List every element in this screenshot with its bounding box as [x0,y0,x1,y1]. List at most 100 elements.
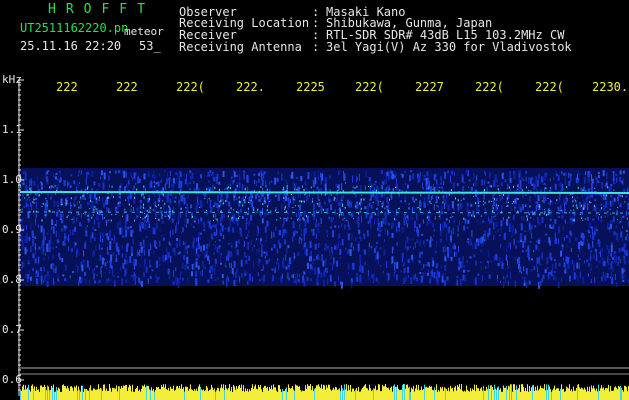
noise-speckle [74,195,77,200]
noise-speckle [440,210,443,214]
signal-speckle [541,200,543,202]
power-bar [560,388,561,400]
noise-speckle [405,216,407,221]
noise-speckle [607,222,609,225]
noise-speckle [450,212,452,220]
noise-speckle [272,275,275,282]
power-bar [74,386,75,400]
signal-speckle [111,185,113,188]
noise-speckle [374,218,375,224]
noise-speckle [560,189,562,193]
power-bar [182,389,183,400]
noise-speckle [483,193,485,200]
noise-speckle [405,219,407,225]
noise-speckle [476,219,478,222]
signal-speckle [432,188,434,190]
noise-speckle [627,233,629,236]
noise-speckle [565,235,568,238]
noise-speckle [208,224,211,229]
noise-speckle [597,171,600,174]
noise-speckle [214,260,216,268]
noise-speckle [569,275,571,282]
noise-speckle [96,214,98,221]
signal-speckle [244,188,246,191]
noise-speckle [587,173,590,176]
power-bar [569,384,570,400]
power-bar [292,385,293,400]
power-bar [43,386,44,400]
noise-speckle [625,230,628,232]
noise-speckle [561,183,563,188]
noise-speckle [224,188,227,190]
noise-speckle [265,260,268,265]
noise-speckle [227,226,230,232]
power-bar [278,385,279,400]
noise-speckle [187,195,189,199]
noise-speckle [606,244,609,250]
noise-speckle [382,270,384,274]
noise-speckle [274,177,277,185]
noise-speckle [41,185,44,188]
noise-speckle [94,268,95,271]
noise-speckle [453,220,455,224]
noise-speckle [80,204,82,209]
noise-speckle [161,210,163,217]
power-bar [70,386,71,400]
signal-speckle [302,217,304,220]
noise-speckle [309,256,311,262]
noise-speckle [453,243,455,250]
power-bar [23,384,24,400]
noise-speckle [220,193,223,199]
signal-speckle [297,205,299,207]
power-bar [354,391,355,400]
power-bar [247,388,248,400]
signal-speckle [572,204,574,207]
unit-label: kHz [2,73,22,86]
noise-speckle [357,188,359,192]
noise-speckle [200,201,203,208]
noise-speckle [260,170,262,175]
noise-speckle [521,250,524,253]
noise-speckle [76,201,78,206]
noise-speckle [470,203,473,207]
noise-speckle [413,274,415,280]
noise-speckle [528,223,531,231]
power-bar [176,386,177,400]
noise-speckle [444,264,447,271]
noise-speckle [285,254,287,261]
signal-speckle [405,190,407,192]
power-bar [457,385,458,400]
noise-speckle [64,278,67,282]
noise-speckle [463,269,466,273]
noise-speckle [213,279,216,282]
y-tick-label: 0.7 [2,323,22,336]
noise-speckle [150,180,153,188]
noise-speckle [502,259,504,264]
noise-speckle [538,256,540,264]
signal-speckle [374,213,376,216]
noise-speckle [456,279,458,286]
signal-speckle [330,194,332,196]
noise-speckle [507,266,510,269]
power-bar [287,391,288,400]
noise-speckle [577,277,579,284]
noise-speckle [446,224,448,228]
noise-speckle [334,225,337,228]
signal-speckle [570,218,572,220]
noise-speckle [190,175,192,180]
noise-speckle [423,211,425,215]
power-bar [117,391,118,400]
noise-speckle [405,241,407,249]
signal-speckle [352,186,354,188]
noise-speckle [587,176,590,183]
noise-speckle [88,266,90,270]
noise-speckle [216,176,218,184]
noise-speckle [439,212,441,220]
noise-speckle [431,269,433,273]
noise-speckle [433,228,435,232]
power-bar [285,388,286,400]
noise-speckle [50,226,52,230]
noise-speckle [178,239,181,247]
noise-speckle [276,248,278,254]
noise-speckle [236,249,239,256]
